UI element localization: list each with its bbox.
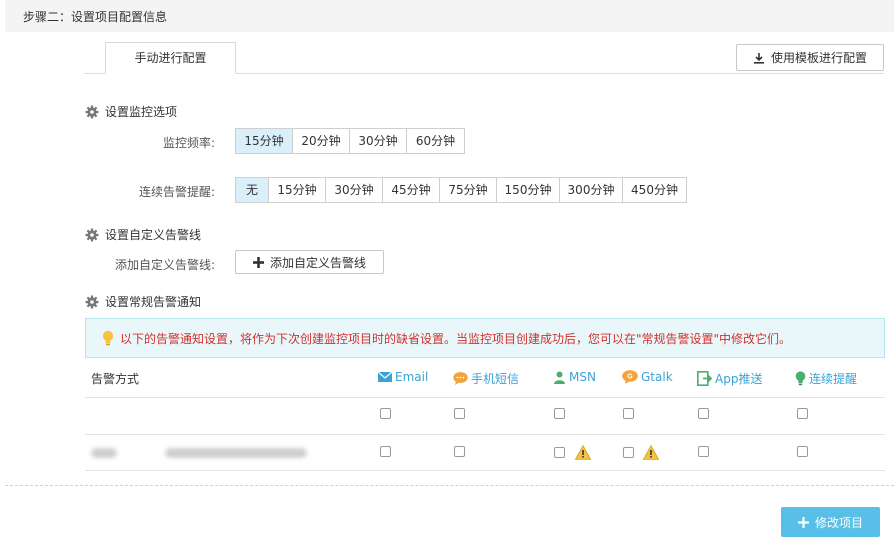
repeat-alert-selector: 无 15分钟 30分钟 45分钟 75分钟 150分钟 300分钟 450分钟 [235,177,687,203]
svg-text:G: G [627,374,633,381]
monitor-section-label: 设置监控选项 [105,105,178,119]
sms-icon [453,372,468,385]
repeat-option-none[interactable]: 无 [236,178,269,202]
notice-banner: 以下的告警通知设置，将作为下次创建监控项目时的缺省设置。当监控项目创建成功后，您… [85,318,885,358]
use-template-button[interactable]: 使用模板进行配置 [736,44,884,71]
notify-section-title: 设置常规告警通知 [85,293,201,310]
frequency-option-20[interactable]: 20分钟 [293,129,350,153]
repeat-option-450[interactable]: 450分钟 [623,178,686,202]
row2-msn-checkbox[interactable] [554,447,565,458]
column-msn: MSN [553,370,596,384]
gear-icon [85,295,99,308]
monitor-section-title: 设置监控选项 [85,103,177,120]
repeat-option-300[interactable]: 300分钟 [560,178,623,202]
use-template-label: 使用模板进行配置 [770,51,867,65]
step-header: 步骤二：设置项目配置信息 [5,0,894,32]
notify-section-label: 设置常规告警通知 [105,295,202,309]
row2-gtalk-checkbox[interactable] [623,447,634,458]
method-header: 告警方式 [91,372,140,386]
bulb-icon [795,371,806,386]
column-gtalk-label: Gtalk [641,370,673,384]
msn-icon [554,371,565,384]
column-repeat-remind: 连续提醒 [795,370,857,387]
column-msn-label: MSN [569,370,596,384]
add-custom-line-text: 添加自定义告警线 [269,255,366,270]
add-custom-line-label: 添加自定义告警线: [114,258,215,272]
row2-repeat-checkbox[interactable] [797,446,808,457]
repeat-option-150[interactable]: 150分钟 [497,178,560,202]
app-push-icon [697,371,712,386]
gtalk-icon: G [622,370,638,384]
repeat-option-30[interactable]: 30分钟 [326,178,383,202]
frequency-option-60[interactable]: 60分钟 [407,129,464,153]
custom-section-label: 设置自定义告警线 [105,228,202,242]
row2-sms-checkbox[interactable] [454,446,465,457]
plus-icon [797,516,809,528]
add-custom-line-button[interactable]: 添加自定义告警线 [235,250,384,274]
frequency-option-30[interactable]: 30分钟 [350,129,407,153]
tab-manual-config[interactable]: 手动进行配置 [105,42,236,74]
repeat-option-75[interactable]: 75分钟 [440,178,497,202]
column-email: Email [378,370,428,384]
column-email-label: Email [395,370,429,384]
custom-section-title: 设置自定义告警线 [85,226,201,243]
warning-icon [643,445,659,460]
frequency-label: 监控频率: [162,136,215,150]
row1-sms-checkbox[interactable] [454,408,465,419]
repeat-alert-label: 连续告警提醒: [138,185,215,199]
lightbulb-icon [102,330,114,346]
column-app-push-label: App推送 [715,372,763,386]
gear-icon [85,105,99,118]
notice-text: 以下的告警通知设置，将作为下次创建监控项目时的缺省设置。当监控项目创建成功后，您… [120,331,792,346]
column-sms: 手机短信 [453,370,519,387]
modify-project-button[interactable]: 修改项目 [781,507,880,537]
table-bottom-divider [85,470,885,471]
gear-icon [85,228,99,241]
repeat-option-15[interactable]: 15分钟 [269,178,326,202]
table-row-divider [85,434,885,435]
plus-icon [252,256,264,268]
table-header-divider [85,397,885,398]
step-title: 步骤二：设置项目配置信息 [23,10,168,24]
row1-email-checkbox[interactable] [380,408,391,419]
column-app-push: App推送 [697,370,762,387]
blurred-user-name [91,448,117,458]
frequency-option-15[interactable]: 15分钟 [236,129,293,153]
modify-project-label: 修改项目 [814,515,863,530]
email-icon [378,372,392,382]
row1-app-push-checkbox[interactable] [698,408,709,419]
footer-divider [5,485,894,486]
row2-email-checkbox[interactable] [380,446,391,457]
row1-gtalk-checkbox[interactable] [623,408,634,419]
row1-repeat-checkbox[interactable] [797,408,808,419]
column-sms-label: 手机短信 [471,372,520,386]
repeat-option-45[interactable]: 45分钟 [383,178,440,202]
row2-app-push-checkbox[interactable] [698,446,709,457]
row1-msn-checkbox[interactable] [554,408,565,419]
column-gtalk: G Gtalk [622,370,673,384]
warning-icon [575,445,591,460]
blurred-user-email [165,448,307,458]
frequency-selector: 15分钟 20分钟 30分钟 60分钟 [235,128,465,154]
download-icon [753,52,764,64]
column-repeat-remind-label: 连续提醒 [809,372,858,386]
